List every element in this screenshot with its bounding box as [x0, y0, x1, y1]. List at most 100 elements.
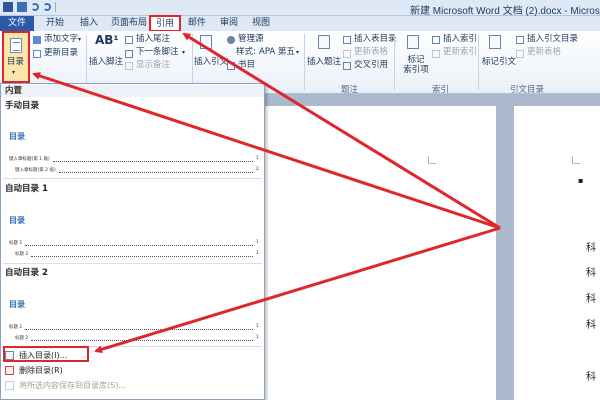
update-index-icon — [432, 50, 440, 58]
chevron-down-icon: ▾ — [296, 49, 300, 56]
insert-caption-button[interactable]: 插入题注 — [307, 57, 341, 68]
cross-reference-button[interactable]: 交叉引用 — [354, 60, 388, 71]
style-label: 样式: — [236, 47, 256, 57]
chevron-down-icon: ▾ — [12, 69, 16, 76]
body-text: 科 — [586, 372, 596, 383]
preview-page-number: 1 — [256, 240, 259, 245]
remove-toc-label: 删除目录(R) — [19, 366, 63, 375]
gallery-item-title: 自动目录 1 — [5, 184, 48, 194]
next-footnote-button[interactable]: 下一条脚注 — [136, 47, 179, 58]
bibliography-button[interactable]: 书目 — [238, 60, 255, 71]
next-footnote-icon — [125, 50, 133, 58]
preview-page-number: 2 — [256, 167, 259, 172]
body-text: 科 — [586, 243, 596, 254]
tab-view[interactable]: 视图 — [246, 16, 276, 31]
preview-leader — [25, 329, 253, 330]
preview-leader — [31, 340, 253, 341]
body-text: 科 — [586, 320, 596, 331]
annotation-highlight-box — [3, 346, 89, 362]
document-page[interactable]: ▪ 科 科 科 科 科 — [514, 106, 600, 400]
group-separator — [86, 34, 87, 90]
tab-home[interactable]: 开始 — [38, 16, 72, 31]
preview-heading: 目录 — [9, 216, 25, 225]
preview-leader — [53, 161, 253, 162]
endnote-icon — [125, 36, 133, 44]
add-text-icon — [33, 36, 41, 44]
preview-page-number: 1 — [256, 324, 259, 329]
show-notes-button[interactable]: 显示备注 — [136, 60, 170, 71]
bibliography-icon — [227, 62, 235, 70]
group-separator — [478, 34, 479, 90]
ribbon-tabs: 文件 开始 插入 页面布局 引用 邮件 审阅 视图 — [0, 15, 600, 32]
manage-sources-button[interactable]: 管理源 — [238, 34, 264, 45]
preview-page-number: 1 — [256, 156, 259, 161]
tab-review[interactable]: 审阅 — [214, 16, 244, 31]
preview-line: 键入章标题(第 1 级) — [9, 157, 50, 162]
group-separator — [192, 34, 193, 90]
body-text: 科 — [586, 268, 596, 279]
show-notes-icon — [125, 62, 133, 70]
gallery-divider — [3, 263, 262, 264]
insert-table-of-figures-button[interactable]: 插入表目录 — [354, 34, 397, 45]
update-toc-button[interactable]: 更新目录 — [44, 48, 78, 59]
update-table-button[interactable]: 更新表格 — [354, 47, 388, 58]
gallery-item-title: 手动目录 — [5, 101, 40, 111]
preview-heading: 目录 — [9, 132, 25, 141]
tab-file[interactable]: 文件 — [0, 16, 34, 31]
redo-icon[interactable] — [43, 3, 51, 11]
table-of-figures-icon — [343, 36, 351, 44]
mark-entry-button[interactable]: 标记 索引项 — [403, 55, 429, 75]
gallery-divider — [3, 178, 262, 179]
group-separator — [394, 34, 395, 90]
footnote-icon: AB¹ — [95, 33, 119, 47]
preview-line: 键入章标题(第 2 级) — [15, 168, 56, 173]
insert-index-icon — [432, 36, 440, 44]
insert-endnote-button[interactable]: 插入尾注 — [136, 34, 170, 45]
insert-index-button[interactable]: 插入索引 — [443, 34, 477, 45]
preview-line: 标题 2 — [15, 336, 29, 341]
save-selection-icon — [5, 381, 14, 390]
tab-insert[interactable]: 插入 — [72, 16, 106, 31]
chevron-down-icon: ▾ — [182, 49, 186, 56]
mark-entry-icon — [407, 35, 419, 49]
preview-heading: 目录 — [9, 300, 25, 309]
mark-citation-button[interactable]: 标记引文 — [482, 57, 516, 68]
style-select[interactable]: APA 第五 — [259, 47, 295, 58]
insert-citation-button[interactable]: 插入引文 — [194, 57, 228, 68]
tab-page-layout[interactable]: 页面布局 — [106, 16, 152, 31]
add-text-button[interactable]: 添加文字 — [44, 34, 78, 45]
word-logo-icon[interactable] — [3, 2, 13, 12]
insert-citation-icon — [200, 35, 212, 49]
preview-line: 标题 2 — [15, 252, 29, 257]
manage-sources-icon — [227, 36, 235, 44]
remove-toc-icon — [5, 366, 14, 375]
preview-leader — [59, 172, 253, 173]
update-toc-icon — [33, 50, 41, 58]
window-title: 新建 Microsoft Word 文档 (2).docx - Microsof… — [410, 6, 600, 17]
tab-mailings[interactable]: 邮件 — [182, 16, 212, 31]
toc-button[interactable]: 目录 ▾ — [2, 31, 30, 83]
preview-line: 标题 1 — [9, 241, 23, 246]
preview-page-number: 1 — [256, 335, 259, 340]
preview-page-number: 1 — [256, 251, 259, 256]
tab-references[interactable]: 引用 — [149, 15, 181, 32]
preview-leader — [25, 245, 253, 246]
insert-caption-icon — [318, 35, 330, 49]
insert-toa-button[interactable]: 插入引文目录 — [527, 34, 578, 45]
update-toa-button[interactable]: 更新表格 — [527, 47, 561, 58]
insert-footnote-button[interactable]: 插入脚注 — [89, 57, 123, 68]
toc-button-label: 目录 — [7, 57, 25, 67]
group-separator — [304, 34, 305, 90]
undo-icon[interactable] — [31, 3, 39, 11]
save-icon[interactable] — [17, 2, 27, 12]
preview-leader — [31, 256, 253, 257]
chevron-down-icon: ▾ — [78, 36, 82, 43]
document-page[interactable] — [264, 106, 496, 400]
quick-access-toolbar — [3, 2, 56, 12]
mark-citation-icon — [489, 35, 501, 49]
preview-line: 标题 1 — [9, 325, 23, 330]
gallery-section-header: 内置 — [1, 85, 264, 97]
toolbar-separator — [55, 2, 56, 12]
update-index-button[interactable]: 更新索引 — [443, 47, 477, 58]
margin-marker — [572, 156, 580, 164]
